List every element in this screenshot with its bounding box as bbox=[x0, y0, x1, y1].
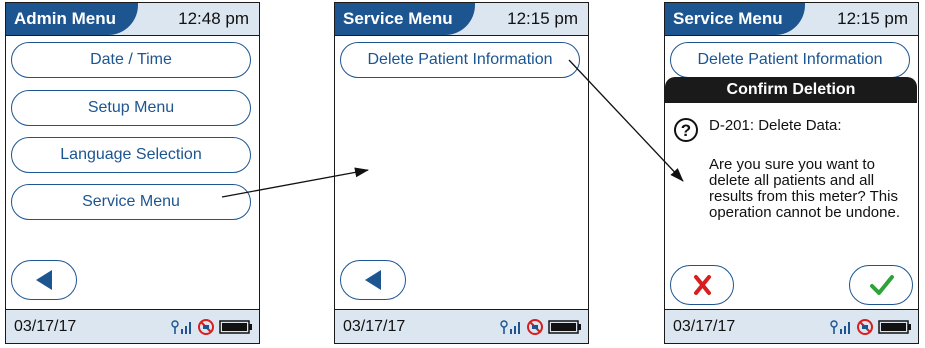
arrow-to-confirm-deletion bbox=[568, 59, 684, 182]
arrow-to-service-menu bbox=[221, 167, 369, 198]
flow-arrows bbox=[221, 59, 684, 198]
